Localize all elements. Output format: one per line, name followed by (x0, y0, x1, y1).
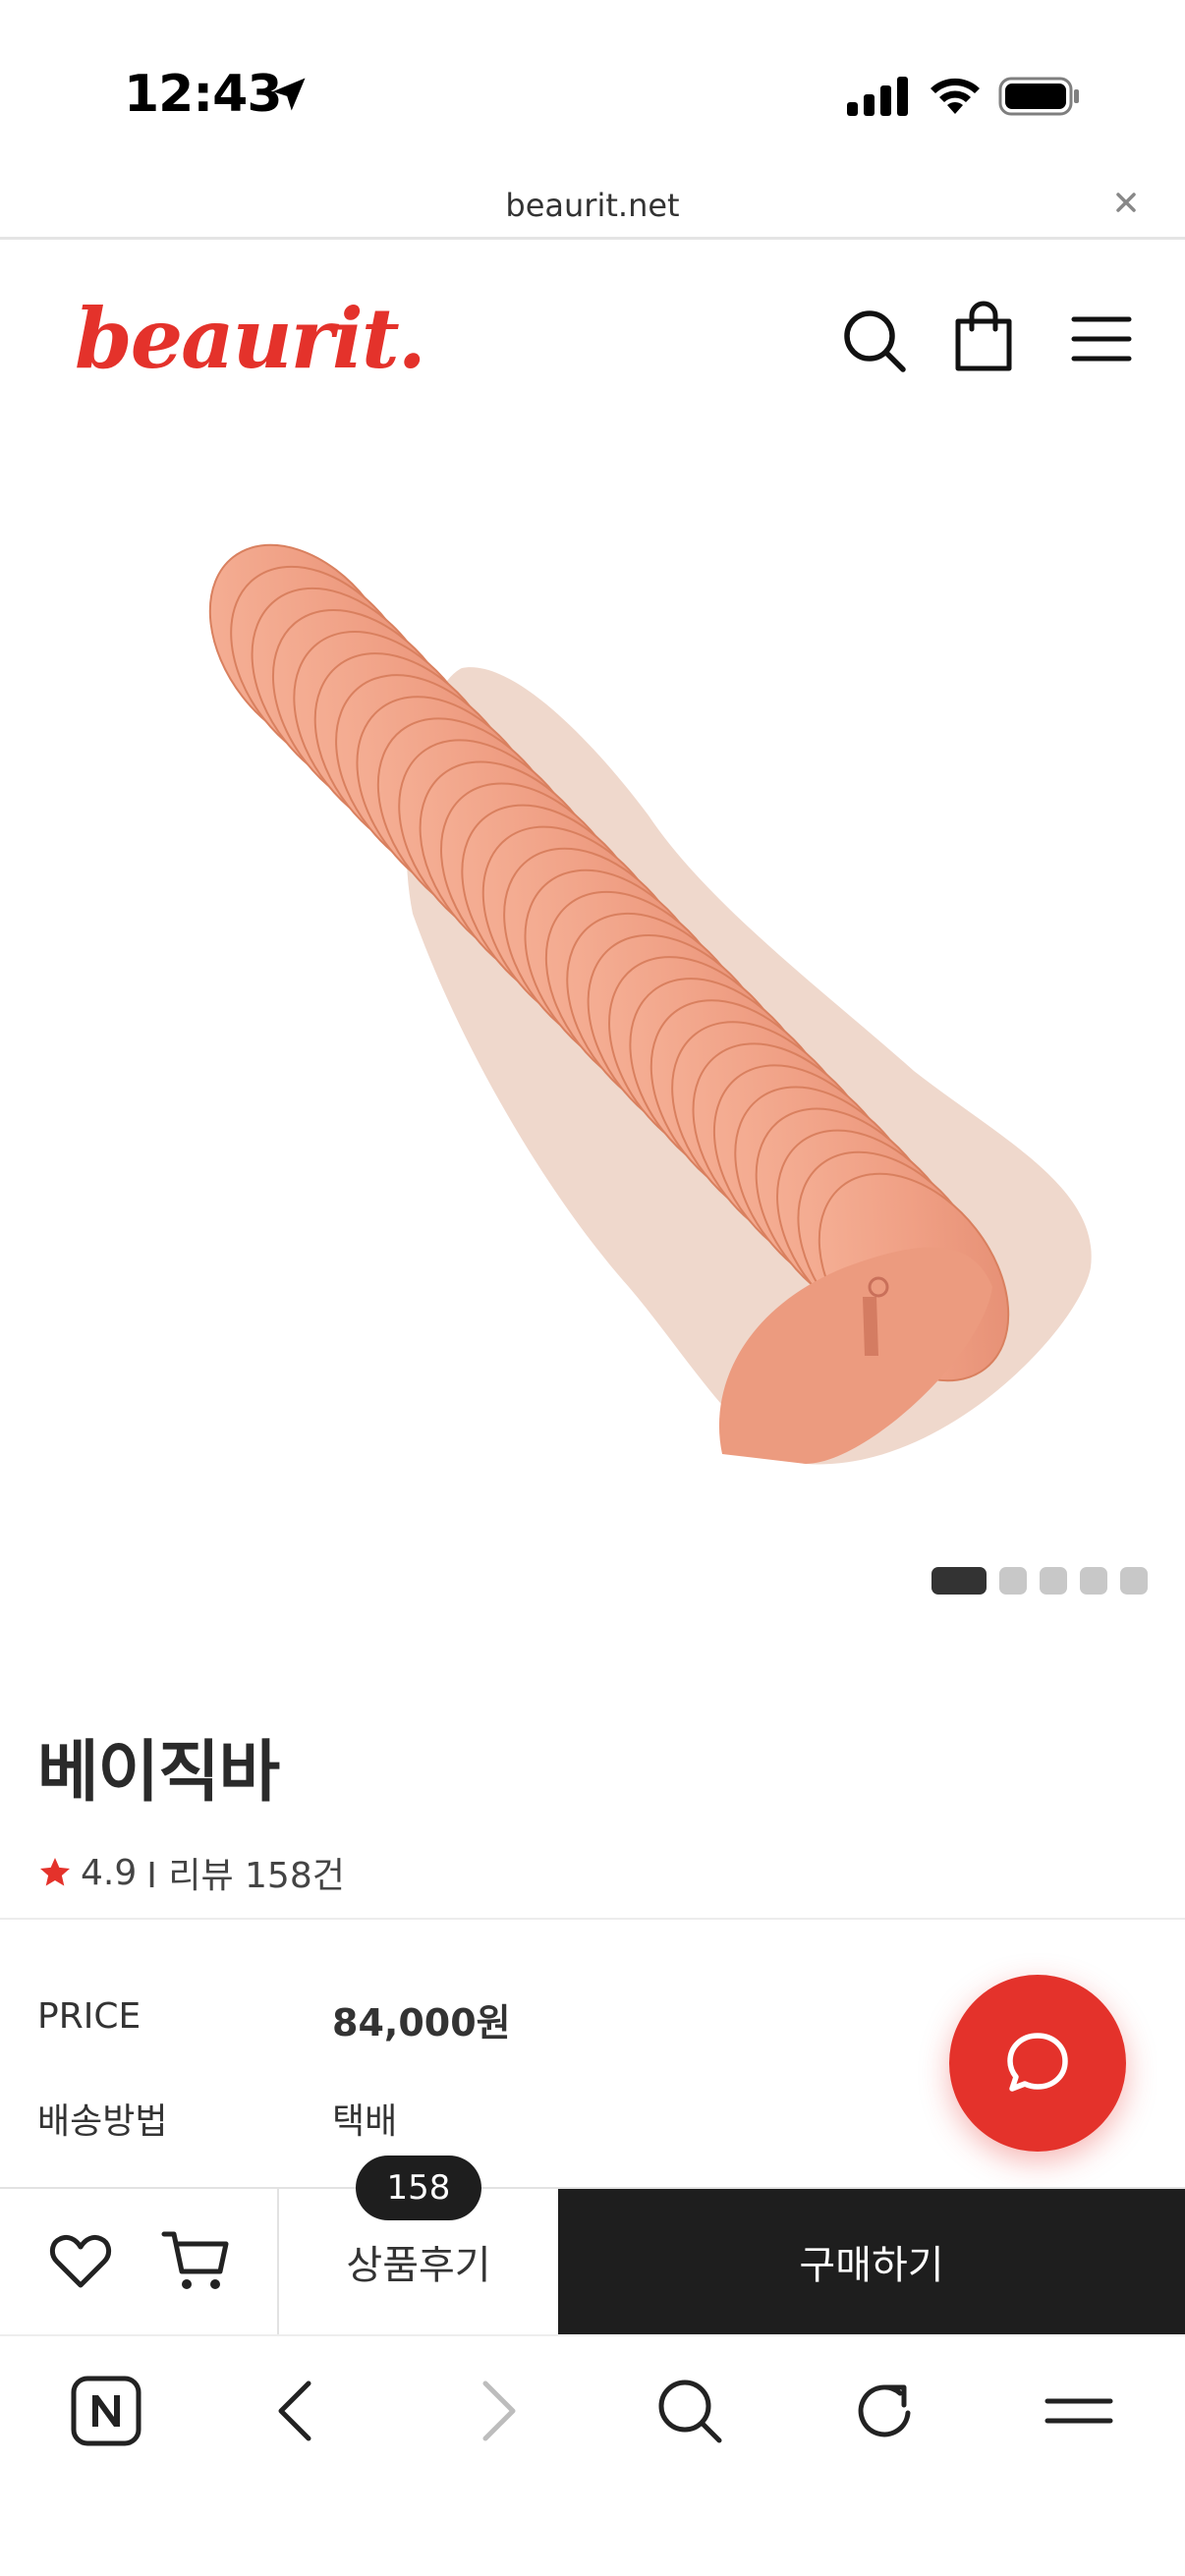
wifi-icon (931, 78, 980, 114)
battery-icon (998, 77, 1079, 116)
price-value: 84,000원 (332, 2001, 511, 2044)
divider (0, 1918, 1185, 1920)
browser-toolbar (0, 2334, 1185, 2576)
rating-value: 4.9 (81, 1852, 138, 1893)
rating-row[interactable]: 4.9 I 리뷰 158건 (37, 1847, 345, 1898)
shopping-bag-icon[interactable] (953, 300, 1014, 372)
carousel-dot[interactable] (931, 1567, 987, 1595)
product-title: 베이직바 (37, 1734, 280, 1812)
browser-url-bar[interactable]: beaurit.net (0, 177, 1185, 240)
carousel-dot[interactable] (1080, 1567, 1107, 1595)
carousel-dot[interactable] (1120, 1567, 1148, 1595)
back-icon[interactable] (261, 2374, 336, 2448)
review-count-badge: 158 (356, 2156, 481, 2220)
chat-button[interactable] (949, 1975, 1126, 2152)
location-arrow-icon (272, 78, 306, 111)
reload-icon[interactable] (847, 2374, 922, 2448)
status-bar: 12:43 (0, 0, 1185, 177)
heart-icon[interactable] (49, 2230, 112, 2293)
shipping-value: 택배 (332, 2101, 398, 2142)
search-icon[interactable] (652, 2374, 727, 2448)
hamburger-menu-icon[interactable] (1071, 313, 1132, 364)
buy-button[interactable]: 구매하기 (558, 2189, 1185, 2334)
menu-icon[interactable] (1042, 2374, 1116, 2448)
status-time: 12:43 (124, 65, 283, 124)
product-image[interactable] (0, 442, 1185, 1572)
brand-logo[interactable]: beaurit. (75, 290, 426, 387)
cellular-signal-icon (847, 77, 908, 116)
chat-bubble-icon (1007, 2033, 1068, 2092)
price-label: PRICE (37, 1996, 141, 2037)
search-icon[interactable] (841, 308, 908, 374)
purchase-bar: 상품후기 구매하기 (0, 2187, 1185, 2334)
forward-icon[interactable] (458, 2374, 533, 2448)
naver-home-icon[interactable] (69, 2374, 143, 2448)
star-icon (40, 1858, 70, 1886)
shipping-label: 배송방법 (37, 2101, 168, 2142)
site-header: beaurit. (0, 243, 1185, 439)
close-icon[interactable] (1108, 185, 1144, 220)
review-count-text[interactable]: I 리뷰 158건 (146, 1847, 345, 1898)
carousel-dot[interactable] (999, 1567, 1027, 1595)
cart-icon[interactable] (161, 2228, 230, 2293)
carousel-indicator (931, 1567, 1148, 1595)
url-text[interactable]: beaurit.net (0, 187, 1185, 224)
carousel-dot[interactable] (1040, 1567, 1067, 1595)
